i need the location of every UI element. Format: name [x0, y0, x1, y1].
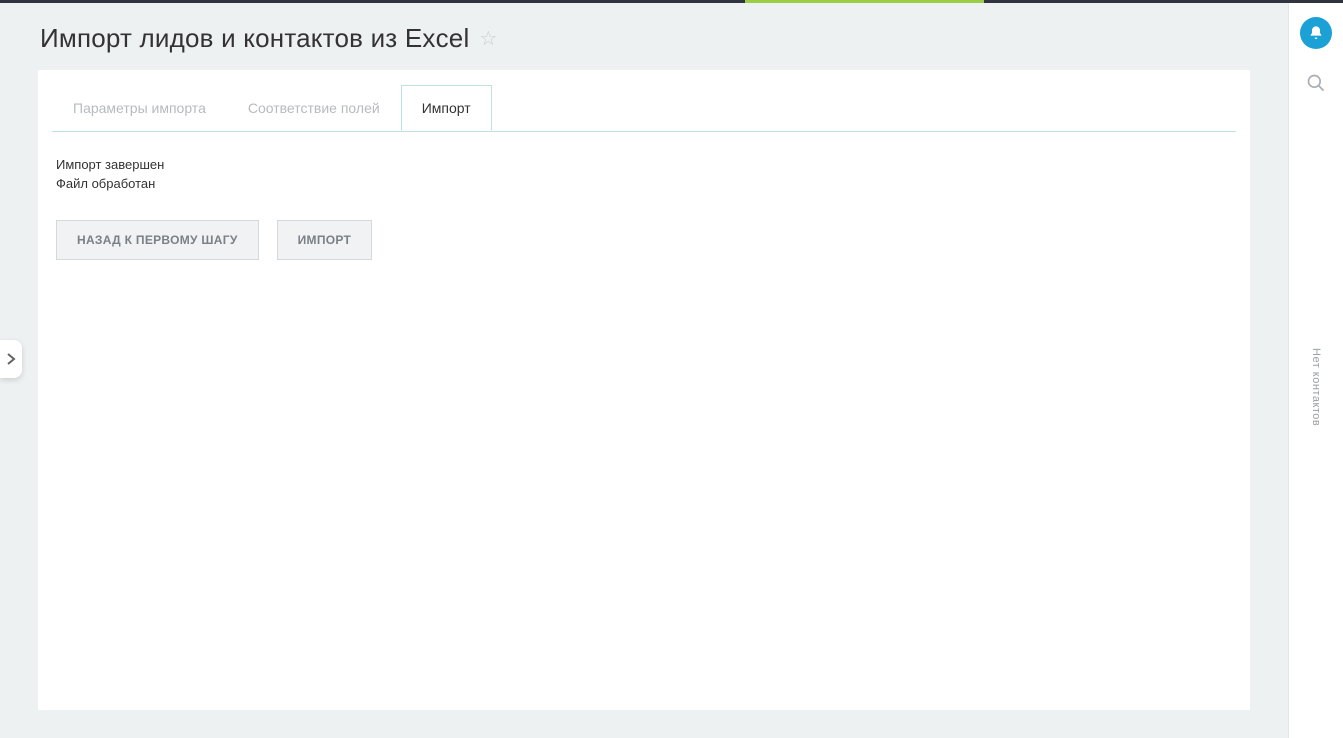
back-to-first-step-button[interactable]: НАЗАД К ПЕРВОМУ ШАГУ [56, 220, 259, 260]
left-panel-expand-handle[interactable] [0, 340, 22, 378]
import-status-line1: Импорт завершен [56, 156, 1246, 174]
tab-import-params[interactable]: Параметры импорта [52, 85, 227, 131]
import-status-line2: Файл обработан [56, 175, 1246, 193]
button-row: НАЗАД К ПЕРВОМУ ШАГУ ИМПОРТ [56, 220, 1246, 260]
import-button[interactable]: ИМПОРТ [277, 220, 373, 260]
page-header: Импорт лидов и контактов из Excel ☆ [0, 3, 1288, 70]
search-button[interactable] [1306, 73, 1326, 98]
favorite-star-icon[interactable]: ☆ [479, 29, 497, 49]
tab-underline [52, 131, 1236, 132]
tab-import[interactable]: Импорт [401, 85, 492, 131]
bell-icon [1308, 25, 1324, 41]
search-icon [1306, 73, 1326, 93]
main-panel: Параметры импорта Соответствие полей Имп… [38, 70, 1250, 710]
notifications-button[interactable] [1300, 17, 1332, 49]
no-contacts-label: Нет контактов [1310, 348, 1322, 426]
tab-strip: Параметры импорта Соответствие полей Имп… [38, 70, 1250, 130]
chevron-right-icon [6, 352, 16, 366]
tab-content: Импорт завершен Файл обработан НАЗАД К П… [38, 130, 1250, 280]
tab-field-mapping[interactable]: Соответствие полей [227, 85, 401, 131]
page-title: Импорт лидов и контактов из Excel [40, 23, 469, 54]
main-area: Импорт лидов и контактов из Excel ☆ Пара… [0, 3, 1288, 738]
right-rail: Нет контактов [1288, 3, 1343, 738]
